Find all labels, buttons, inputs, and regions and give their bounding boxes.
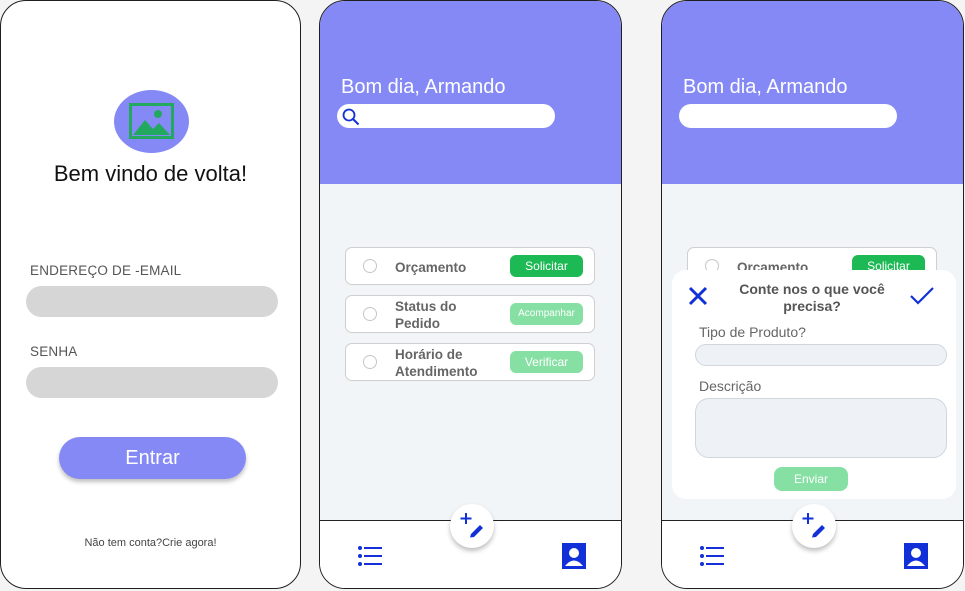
close-icon[interactable] bbox=[688, 286, 708, 306]
add-edit-button[interactable] bbox=[450, 504, 494, 548]
service-card-hours[interactable]: Horário de Atendimento Verificar bbox=[345, 343, 595, 381]
list-icon[interactable] bbox=[700, 546, 724, 566]
card-label: Status do Pedido bbox=[395, 299, 457, 331]
password-field[interactable] bbox=[26, 367, 278, 398]
list-icon[interactable] bbox=[358, 546, 382, 566]
radio-button[interactable] bbox=[363, 307, 377, 321]
radio-button[interactable] bbox=[363, 259, 377, 273]
card-label: Orçamento bbox=[395, 260, 467, 275]
greeting: Bom dia, Armando bbox=[341, 76, 506, 98]
service-card-order-status[interactable]: Status do Pedido Acompanhar bbox=[345, 295, 595, 333]
login-button[interactable]: Entrar bbox=[59, 437, 246, 479]
send-button[interactable]: Enviar bbox=[774, 467, 848, 491]
description-label: Descrição bbox=[699, 378, 762, 394]
service-card-budget[interactable]: Orçamento Solicitar bbox=[345, 247, 595, 285]
search-input[interactable] bbox=[679, 104, 897, 128]
add-edit-icon bbox=[460, 513, 483, 538]
home-screen: Bom dia, Armando Orçamento Solicitar Sta… bbox=[319, 0, 622, 589]
radio-button[interactable] bbox=[363, 355, 377, 369]
card-label: Horário de Atendimento bbox=[395, 347, 478, 379]
home-header: Bom dia, Armando bbox=[320, 1, 621, 185]
description-field[interactable] bbox=[695, 398, 947, 458]
welcome-title: Bem vindo de volta! bbox=[53, 161, 248, 186]
signup-link[interactable]: Não tem conta?Crie agora! bbox=[1, 537, 300, 549]
profile-icon[interactable] bbox=[904, 543, 928, 569]
search-input[interactable] bbox=[337, 104, 555, 128]
profile-icon[interactable] bbox=[562, 543, 586, 569]
app-logo bbox=[114, 90, 189, 153]
password-label: SENHA bbox=[30, 344, 78, 359]
search-icon bbox=[342, 108, 360, 126]
request-screen: Bom dia, Armando Orçamento Solicitar Con… bbox=[661, 0, 964, 589]
check-button[interactable]: Verificar bbox=[510, 351, 583, 373]
modal-title: Conte nos o que você precisa? bbox=[739, 281, 885, 314]
product-type-select[interactable] bbox=[695, 344, 947, 366]
add-edit-icon bbox=[802, 513, 825, 538]
request-button[interactable]: Solicitar bbox=[510, 255, 583, 277]
login-screen: Bem vindo de volta! ENDEREÇO DE -EMAIL S… bbox=[0, 0, 301, 589]
email-label: ENDEREÇO DE -EMAIL bbox=[30, 263, 182, 278]
home-header: Bom dia, Armando bbox=[662, 1, 963, 185]
product-type-label: Tipo de Produto? bbox=[699, 324, 806, 340]
add-edit-button[interactable] bbox=[792, 504, 836, 548]
check-icon[interactable] bbox=[909, 286, 935, 306]
image-icon bbox=[129, 103, 174, 139]
greeting: Bom dia, Armando bbox=[683, 76, 848, 98]
request-modal: Conte nos o que você precisa? Tipo de Pr… bbox=[672, 270, 956, 499]
email-field[interactable] bbox=[26, 286, 278, 317]
track-button[interactable]: Acompanhar bbox=[510, 303, 583, 325]
